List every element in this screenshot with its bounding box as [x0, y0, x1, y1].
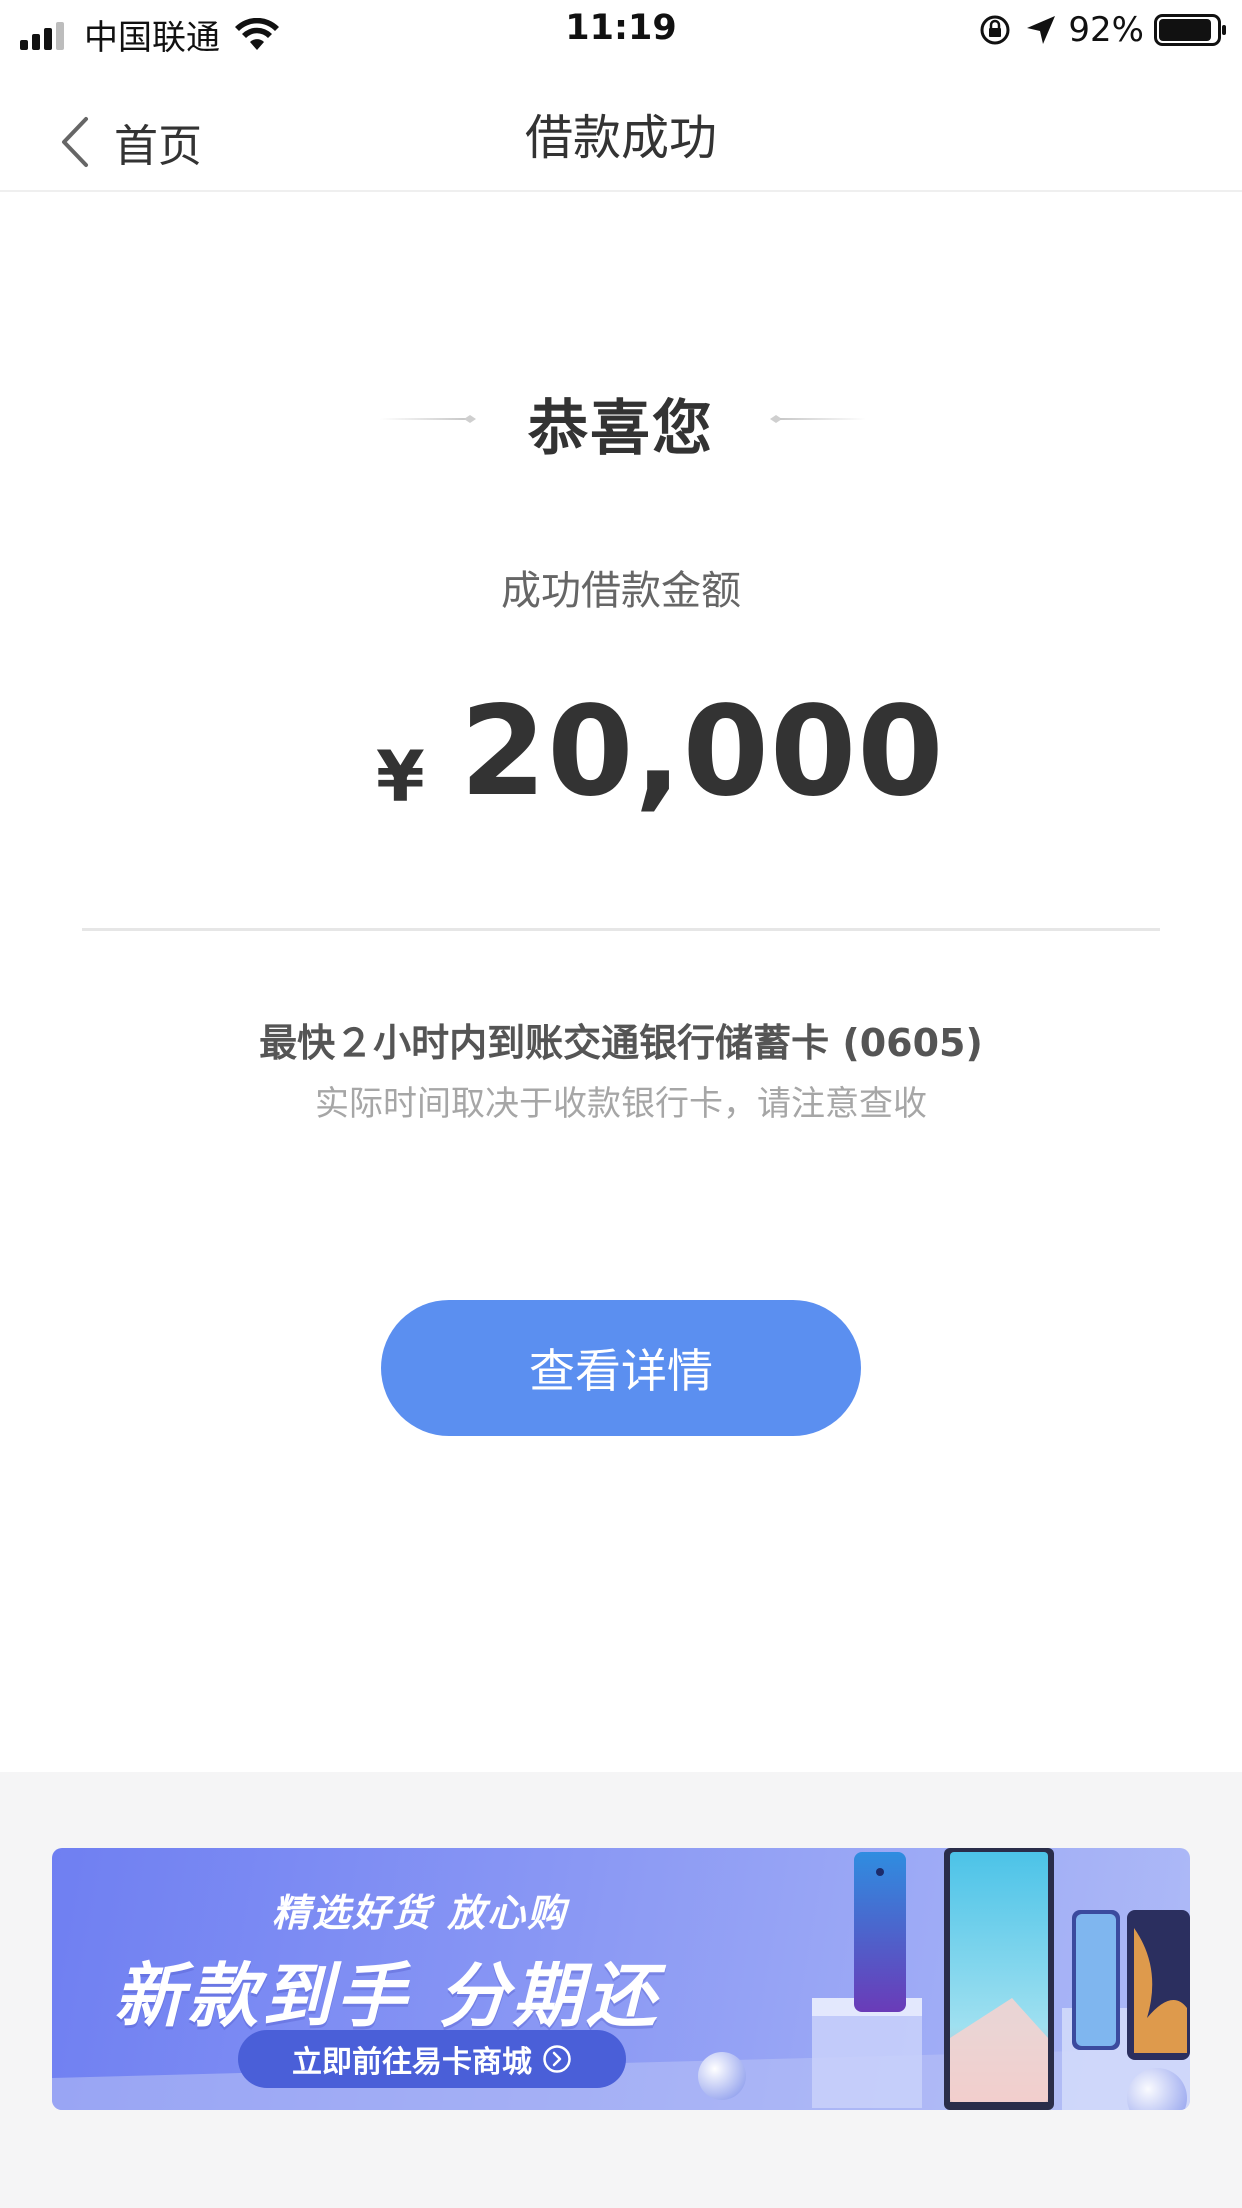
banner-headline: 新款到手 分期还: [114, 1955, 661, 2037]
congrats-heading: 恭喜您: [0, 380, 1242, 464]
promo-banner[interactable]: 精选好货 放心购 新款到手 分期还 立即前往易卡商城: [52, 1848, 1190, 2110]
battery-icon: [1154, 14, 1226, 46]
nav-bar: 首页 借款成功: [0, 62, 1242, 192]
amount-label: 成功借款金额: [501, 568, 741, 614]
chevron-right-circle-icon: [543, 2045, 571, 2073]
arrival-note: 实际时间取决于收款银行卡，请注意查收: [315, 1084, 927, 1124]
amount-value: 20,000: [460, 680, 945, 824]
arrival-info: 最快２小时内到账交通银行储蓄卡 (0605): [259, 1021, 983, 1065]
decorative-line-right: [770, 415, 866, 423]
banner-cta-label: 立即前往易卡商城: [292, 2045, 532, 2080]
currency-symbol: ¥: [376, 736, 425, 818]
status-bar: 中国联通 11:19 92%: [0, 0, 1242, 62]
location-arrow-icon: [1027, 16, 1056, 44]
status-right: 92%: [978, 10, 1228, 50]
loan-success-page: 中国联通 11:19 92% 首页 借款成功 恭喜您 成功借款金额 ¥ 20,0…: [0, 0, 1242, 2208]
page-title: 借款成功: [524, 110, 717, 166]
view-details-button[interactable]: 查看详情: [381, 1300, 861, 1436]
divider: [82, 928, 1160, 931]
congrats-text: 恭喜您: [528, 394, 714, 464]
banner-tagline: 精选好货 放心购: [272, 1891, 568, 1935]
battery-percent: 92%: [1068, 10, 1144, 50]
rotation-lock-icon: [980, 15, 1010, 45]
banner-cta-button[interactable]: 立即前往易卡商城: [238, 2030, 626, 2088]
loan-amount: ¥ 20,000: [0, 680, 1242, 830]
